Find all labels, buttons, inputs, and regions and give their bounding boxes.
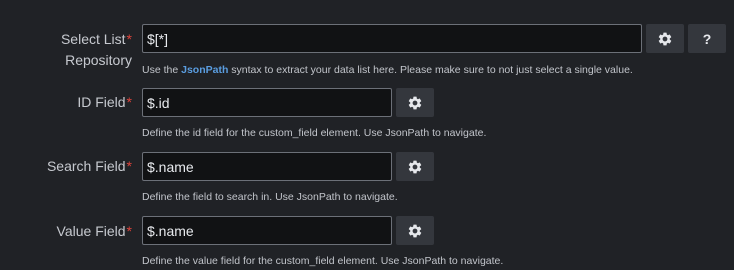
required-marker: *	[126, 94, 132, 110]
search-field-settings-button[interactable]	[396, 152, 434, 181]
gear-icon	[408, 224, 422, 237]
value-field-label-text: Value Field	[56, 223, 126, 239]
id-field-input[interactable]	[142, 88, 392, 117]
select-list-help-after: syntax to extract your data list here. P…	[228, 64, 633, 76]
id-field-settings-button[interactable]	[396, 88, 434, 117]
select-list-label-line1: Select List	[60, 31, 126, 47]
id-field-help-text: Define the id field for the custom_field…	[142, 127, 487, 139]
search-field-label-text: Search Field	[46, 158, 126, 174]
id-field-label-text: ID Field	[77, 94, 126, 110]
value-field-input[interactable]	[142, 216, 392, 245]
jsonpath-link[interactable]: JsonPath	[181, 64, 228, 76]
value-field-settings-button[interactable]	[396, 216, 434, 245]
select-list-help-button[interactable]: ?	[688, 24, 726, 53]
value-field-label: Value Field*	[57, 221, 132, 242]
search-field-help-text: Define the field to search in. Use JsonP…	[142, 191, 398, 203]
select-list-input[interactable]	[142, 24, 642, 53]
id-field-label: ID Field*	[77, 92, 132, 113]
select-list-label-line2: Repository	[65, 52, 132, 68]
required-marker: *	[126, 223, 132, 239]
search-field-input[interactable]	[142, 152, 392, 181]
search-field-label: Search Field*	[47, 156, 132, 177]
value-field-help-text: Define the value field for the custom_fi…	[142, 255, 504, 267]
question-icon: ?	[702, 30, 712, 47]
select-list-help-before: Use the	[142, 64, 182, 76]
required-marker: *	[126, 158, 132, 174]
select-list-help-text: Use the JsonPath syntax to extract your …	[142, 64, 633, 76]
gear-icon	[658, 32, 672, 45]
gear-icon	[408, 160, 422, 173]
required-marker: *	[126, 31, 132, 47]
gear-icon	[408, 96, 422, 109]
select-list-label: Select List* Repository	[61, 29, 132, 71]
select-list-settings-button[interactable]	[646, 24, 684, 53]
